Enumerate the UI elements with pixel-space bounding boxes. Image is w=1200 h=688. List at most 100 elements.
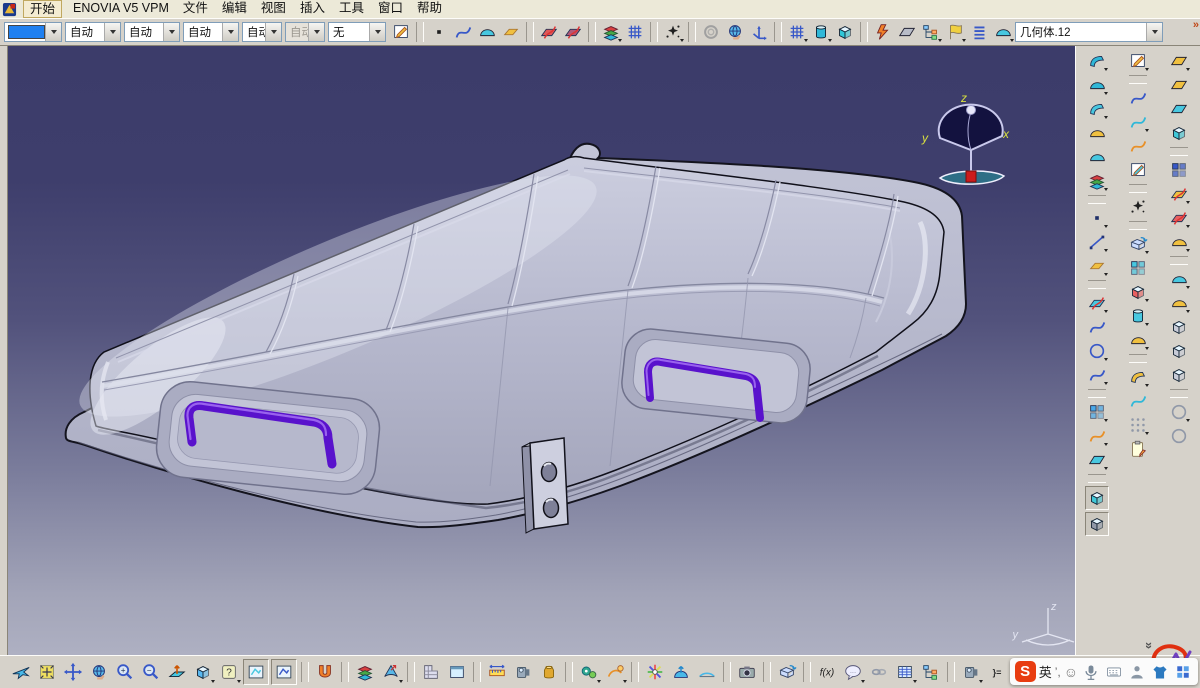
property-combo-0[interactable]: 自动 — [65, 22, 121, 42]
pan-icon[interactable] — [61, 660, 85, 684]
offset-surface-icon[interactable] — [1086, 170, 1108, 192]
mic-icon[interactable] — [1081, 662, 1101, 682]
chevron-down-icon[interactable] — [623, 680, 627, 683]
normal-view-icon[interactable] — [165, 660, 189, 684]
geometry-check-icon[interactable] — [662, 21, 684, 43]
chevron-down-icon[interactable] — [1145, 68, 1149, 71]
toolbox-grid-icon[interactable] — [1173, 662, 1193, 682]
person-icon[interactable] — [1127, 662, 1147, 682]
mounting-bracket[interactable] — [522, 438, 568, 533]
burst-icon[interactable] — [643, 660, 667, 684]
ime-language-toggle[interactable]: 英 — [1039, 662, 1052, 681]
chevron-down-icon[interactable] — [1104, 443, 1108, 446]
symmetry-icon[interactable] — [1127, 257, 1149, 279]
property-combo-5[interactable]: 无 — [328, 22, 386, 42]
paint-copy-icon[interactable] — [390, 21, 412, 43]
axis-system-icon[interactable] — [748, 21, 770, 43]
fill-surface-icon[interactable] — [1086, 122, 1108, 144]
datum-clipboard-icon[interactable] — [1127, 438, 1149, 460]
chevron-down-icon[interactable] — [962, 39, 966, 42]
chevron-down-icon[interactable] — [1145, 323, 1149, 326]
chevron-down-icon[interactable] — [45, 23, 61, 41]
ime-punctuation-toggle[interactable]: ’, — [1055, 665, 1061, 679]
shape-fillet-icon[interactable] — [1168, 268, 1190, 290]
spline-icon[interactable] — [452, 21, 474, 43]
link-icon[interactable] — [867, 660, 891, 684]
trim-icon[interactable] — [1168, 207, 1190, 229]
box-icon[interactable] — [500, 21, 522, 43]
wrapped-box-icon[interactable] — [959, 660, 983, 684]
structure-tree-icon[interactable] — [919, 660, 943, 684]
sketch-icon[interactable] — [1127, 50, 1149, 72]
translate-icon[interactable] — [1127, 233, 1149, 255]
point-icon[interactable] — [428, 21, 450, 43]
chevron-down-icon[interactable] — [913, 680, 917, 683]
boundary-icon[interactable] — [1086, 425, 1108, 447]
new-window-icon[interactable] — [445, 660, 469, 684]
wireframe-mode-icon[interactable] — [1085, 512, 1109, 536]
chevron-down-icon[interactable] — [1146, 23, 1162, 41]
measure-inertia-icon[interactable] — [537, 660, 561, 684]
sogou-logo[interactable]: S — [1015, 661, 1036, 682]
rotate-view-icon[interactable] — [87, 660, 111, 684]
chevron-down-icon[interactable] — [1104, 68, 1108, 71]
property-combo-3[interactable]: 自动 — [242, 22, 282, 42]
chevron-down-icon[interactable] — [1104, 188, 1108, 191]
sweep-surface-icon[interactable] — [1086, 98, 1108, 120]
chevron-down-icon[interactable] — [1104, 225, 1108, 228]
chevron-down-icon[interactable] — [1104, 419, 1108, 422]
keyboard-icon[interactable] — [1104, 662, 1124, 682]
chevron-down-icon[interactable] — [1104, 273, 1108, 276]
fit-all-icon[interactable] — [35, 660, 59, 684]
menu-item-7[interactable]: 窗口 — [371, 0, 410, 18]
connect-curve-icon[interactable] — [1127, 135, 1149, 157]
comment-icon[interactable]: ··· — [841, 660, 865, 684]
chevron-down-icon[interactable] — [1104, 249, 1108, 252]
multi-extract-icon[interactable] — [600, 21, 622, 43]
disassemble-icon[interactable] — [1168, 159, 1190, 181]
chevron-down-icon[interactable] — [804, 39, 808, 42]
customize-gears-icon[interactable] — [577, 660, 601, 684]
grid-pick-icon[interactable] — [624, 21, 646, 43]
spline-tool-icon[interactable] — [1086, 364, 1108, 386]
menu-item-1[interactable]: ENOVIA V5 VPM — [66, 0, 176, 18]
axis-to-axis-icon[interactable] — [1127, 329, 1149, 351]
catalog-icon[interactable] — [313, 660, 337, 684]
chevron-down-icon[interactable] — [1104, 92, 1108, 95]
toolbar-overflow-chevron[interactable]: » — [1193, 19, 1198, 31]
view-mode-shaded-icon[interactable] — [243, 659, 269, 685]
chevron-down-icon[interactable] — [308, 23, 324, 41]
chamfer-icon[interactable] — [1168, 316, 1190, 338]
chevron-down-icon[interactable] — [399, 680, 403, 683]
stack-bodies-icon[interactable] — [810, 21, 832, 43]
chevron-down-icon[interactable] — [861, 680, 865, 683]
design-table-icon[interactable] — [893, 660, 917, 684]
rotate-tool-icon[interactable] — [1168, 401, 1190, 423]
body-selector[interactable]: 几何体.12 — [1015, 22, 1163, 42]
sketch-plane-icon[interactable] — [1127, 159, 1149, 181]
patch-icon[interactable] — [476, 21, 498, 43]
curve-smooth-icon[interactable] — [1168, 98, 1190, 120]
chevron-down-icon[interactable] — [1145, 129, 1149, 132]
3d-viewport[interactable]: z x y z y x — [8, 46, 1075, 655]
chevron-down-icon[interactable] — [938, 39, 942, 42]
chevron-down-icon[interactable] — [1186, 225, 1190, 228]
intersection-icon[interactable] — [1086, 316, 1108, 338]
affinity-icon[interactable] — [1127, 305, 1149, 327]
extract-face-icon[interactable] — [896, 21, 918, 43]
point-tool-icon[interactable] — [1086, 207, 1108, 229]
compass-tool-icon[interactable] — [724, 21, 746, 43]
join-icon[interactable] — [1168, 50, 1190, 72]
camera-icon[interactable] — [735, 660, 759, 684]
chevron-down-icon[interactable] — [1010, 39, 1014, 42]
arc-ground-icon[interactable] — [695, 660, 719, 684]
chevron-down-icon[interactable] — [979, 680, 983, 683]
chevron-down-icon[interactable] — [1186, 286, 1190, 289]
update-icon[interactable] — [700, 21, 722, 43]
chevron-down-icon[interactable] — [1145, 299, 1149, 302]
quick-help-icon[interactable]: ? — [217, 660, 241, 684]
menu-item-3[interactable]: 编辑 — [215, 0, 254, 18]
chevron-down-icon[interactable] — [211, 680, 215, 683]
chevron-down-icon[interactable] — [1186, 249, 1190, 252]
chevron-down-icon[interactable] — [1104, 382, 1108, 385]
